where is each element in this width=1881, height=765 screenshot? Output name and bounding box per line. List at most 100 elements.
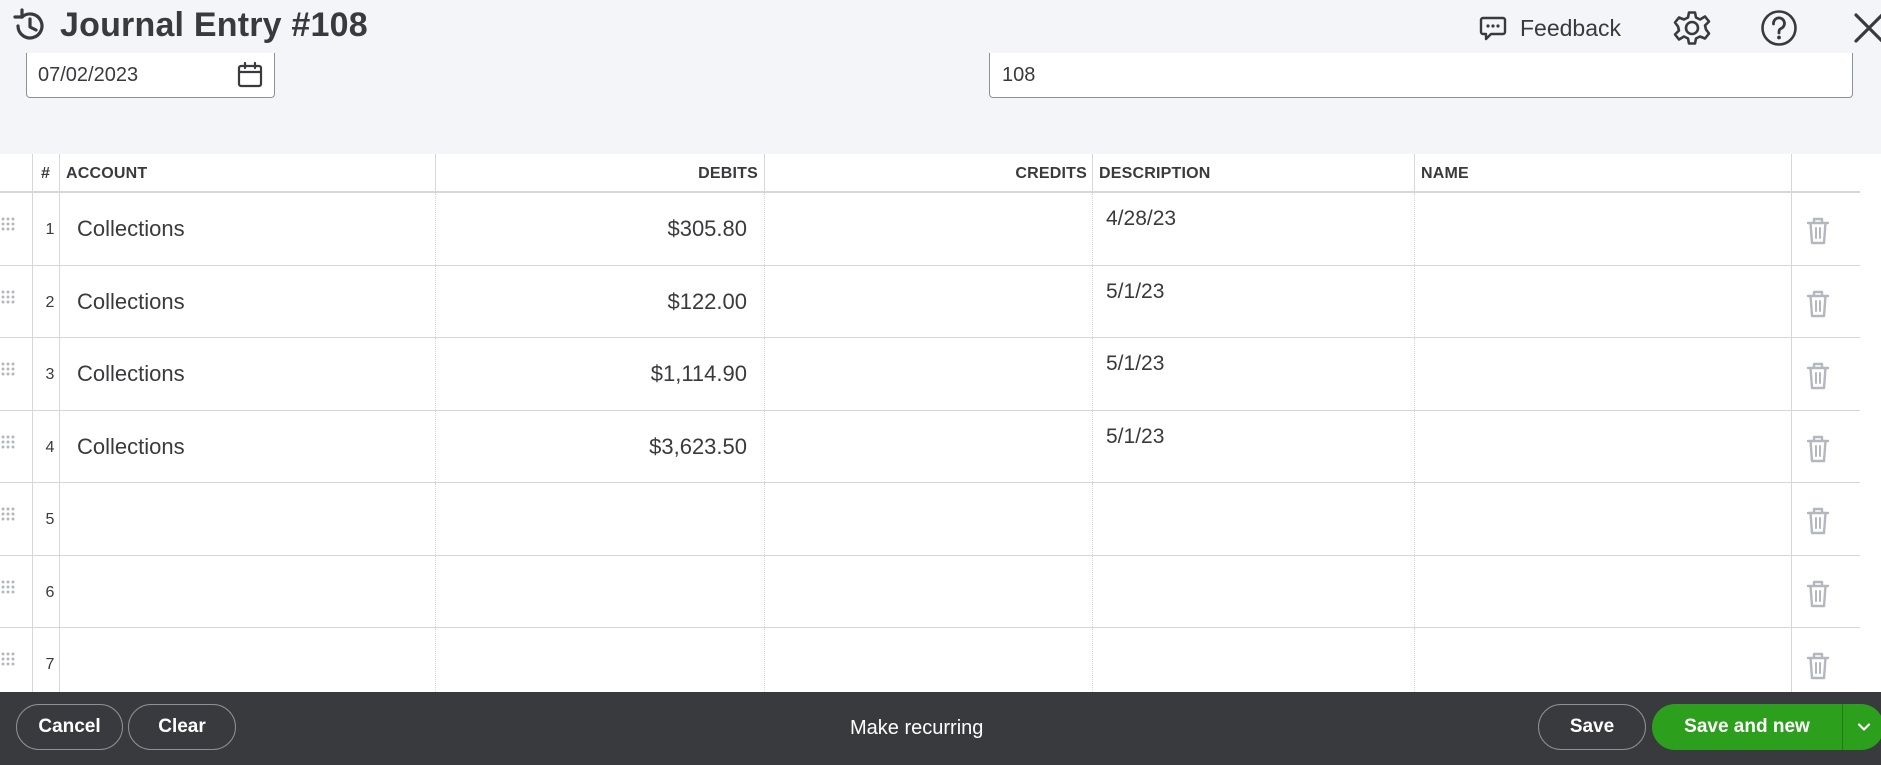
account-cell: Collections [77,433,185,459]
drag-handle-icon[interactable] [0,578,16,596]
debit-cell: $1,114.90 [650,361,747,386]
description-cell: 4/28/23 [1106,207,1177,230]
column-divider [1791,555,1792,627]
credit-cell[interactable] [765,628,1092,700]
column-divider [1092,483,1093,555]
name-cell[interactable] [1415,266,1791,338]
row-number: 6 [45,583,55,601]
table-row[interactable]: 4 Collections $3,623.50 5/1/23 [0,410,1860,483]
name-cell[interactable] [1415,338,1791,410]
row-number: 2 [45,293,55,311]
row-number: 4 [45,438,55,456]
drag-handle-icon[interactable] [0,433,16,451]
column-divider [1092,193,1093,265]
row-number: 1 [45,221,55,238]
column-divider [435,555,436,627]
description-cell: 5/1/23 [1106,352,1165,375]
credit-cell[interactable] [765,556,1092,628]
name-cell[interactable] [1415,483,1791,555]
trash-icon[interactable] [1805,506,1831,536]
credit-cell[interactable] [765,411,1092,483]
column-divider [1791,628,1792,700]
trash-icon[interactable] [1805,579,1831,609]
column-divider [1791,483,1792,555]
debit-cell: $305.80 [667,216,747,241]
column-divider [435,338,436,410]
credit-cell[interactable] [765,266,1092,338]
trash-icon[interactable] [1805,434,1831,464]
header-account: ACCOUNT [66,164,148,182]
gear-icon[interactable] [1672,8,1712,48]
chat-bubble-icon [1479,16,1507,41]
column-divider [435,410,436,482]
header-description: DESCRIPTION [1099,164,1211,182]
clear-button[interactable]: Clear [128,704,236,750]
debit-cell: $122.00 [667,288,747,314]
column-divider [435,193,436,265]
make-recurring-link[interactable]: Make recurring [850,717,983,740]
name-cell[interactable] [1415,556,1791,628]
column-divider [435,265,436,337]
footer-bar: Cancel Clear Make recurring Save Save an… [0,692,1881,765]
name-cell[interactable] [1415,628,1791,700]
journal-date-input[interactable] [27,63,217,87]
title-row: Journal Entry #108 Feedback [0,0,1881,56]
journal-no-input[interactable] [990,53,1852,97]
description-cell: 5/1/23 [1106,279,1165,303]
drag-handle-icon[interactable] [0,505,16,523]
column-divider [1791,410,1792,482]
header-num: # [40,164,51,182]
table-header: # ACCOUNT DEBITS CREDITS DESCRIPTION NAM… [0,154,1860,193]
row-number: 7 [45,656,55,673]
credit-cell[interactable] [765,193,1092,265]
column-divider [435,628,436,700]
cancel-button[interactable]: Cancel [16,704,123,750]
drag-handle-icon[interactable] [0,360,16,378]
header-name: NAME [1421,164,1469,182]
trash-icon[interactable] [1805,216,1831,246]
page-title: Journal Entry #108 [60,6,368,44]
save-options-dropdown[interactable] [1842,704,1881,750]
row-number: 3 [45,366,55,383]
column-divider [1092,154,1093,191]
name-cell[interactable] [1415,193,1791,265]
account-cell: Collections [77,361,185,386]
table-row[interactable]: 2 Collections $122.00 5/1/23 [0,265,1860,338]
header-debits: DEBITS [698,164,758,182]
calendar-icon[interactable] [236,61,264,89]
drag-handle-icon[interactable] [0,650,16,668]
column-divider [1092,628,1093,700]
table-row[interactable]: 6 [0,555,1860,628]
column-divider [435,483,436,555]
drag-handle-icon[interactable] [0,288,16,306]
column-divider [1791,265,1792,337]
table-row[interactable]: 7 [0,628,1860,701]
description-cell: 5/1/23 [1106,424,1165,448]
account-cell: Collections [77,216,185,241]
drag-handle-icon[interactable] [0,215,16,233]
save-button[interactable]: Save [1538,704,1646,750]
name-cell[interactable] [1415,411,1791,483]
feedback-label: Feedback [1520,14,1622,41]
history-icon[interactable] [10,7,48,45]
feedback-button[interactable]: Feedback [1478,11,1621,45]
debit-cell: $3,623.50 [649,433,747,459]
header-credits: CREDITS [1015,164,1087,182]
journal-lines-table: # ACCOUNT DEBITS CREDITS DESCRIPTION NAM… [0,154,1860,701]
table-body: 1 Collections $305.80 4/28/23 2 Collections $1… [0,193,1860,701]
close-icon[interactable] [1852,11,1881,45]
journal-date-field[interactable] [26,53,275,98]
table-row[interactable]: 3 Collections $1,114.90 5/1/23 [0,338,1860,411]
question-circle-icon[interactable] [1760,9,1798,47]
save-and-new-button[interactable]: Save and new [1652,704,1842,750]
journal-no-field[interactable] [989,53,1853,98]
table-row[interactable]: 1 Collections $305.80 4/28/23 [0,193,1860,266]
credit-cell[interactable] [765,338,1092,410]
trash-icon[interactable] [1805,361,1831,391]
trash-icon[interactable] [1805,289,1831,319]
credit-cell[interactable] [765,483,1092,555]
header-area: Journal Entry #108 Feedback [0,0,1881,154]
trash-icon[interactable] [1805,651,1831,681]
table-row[interactable]: 5 [0,483,1860,556]
save-and-new-split-button: Save and new [1652,704,1881,750]
